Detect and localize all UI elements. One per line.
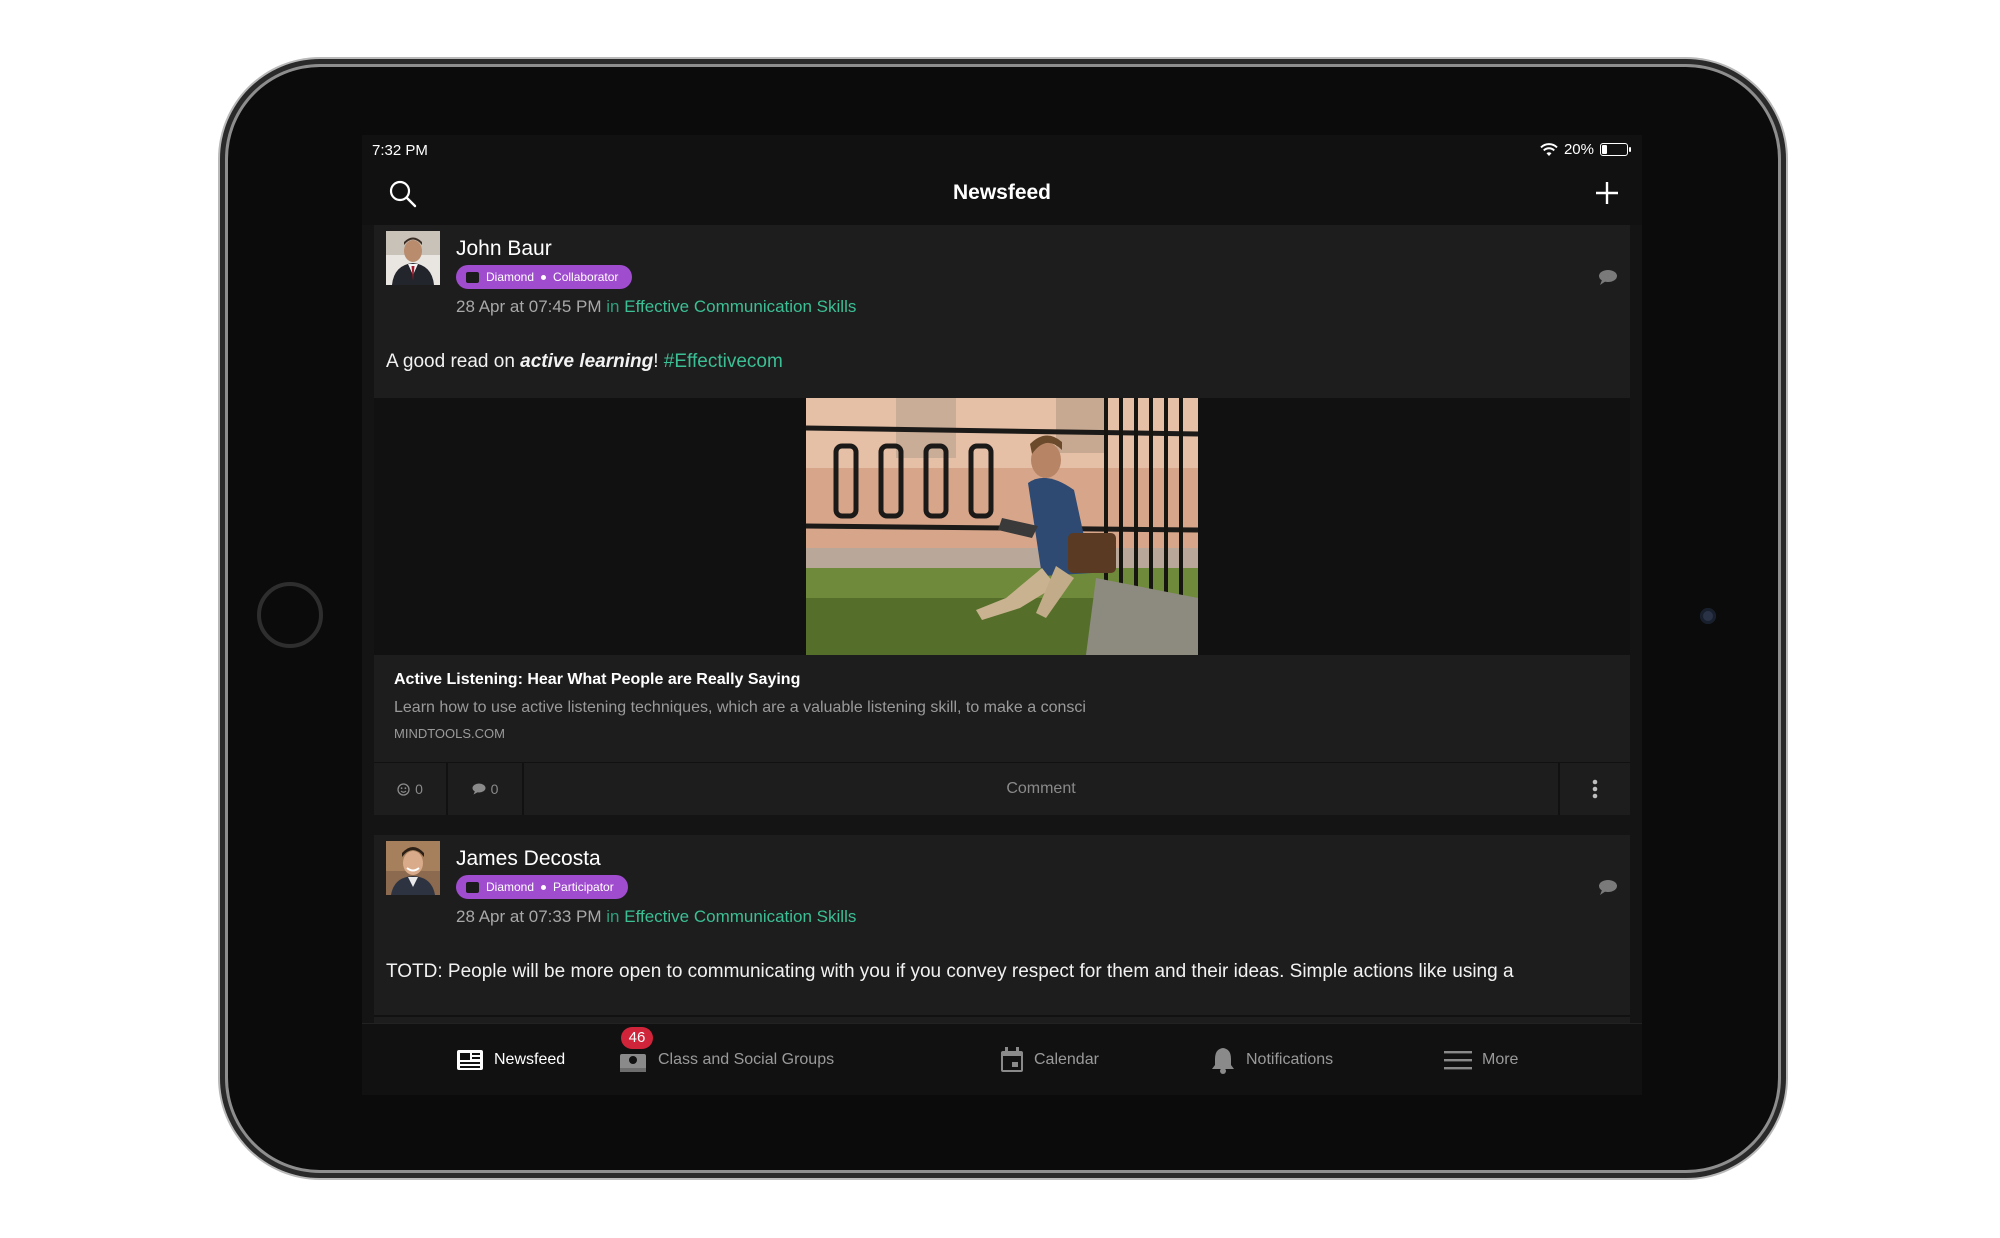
- comment-count: 0: [490, 781, 499, 797]
- link-description: Learn how to use active listening techni…: [394, 699, 1086, 716]
- tab-newsfeed[interactable]: Newsfeed: [456, 1024, 565, 1095]
- media-area: [374, 398, 1630, 655]
- feed-post: James Decosta Diamond Participator 28 Ap…: [374, 835, 1630, 1023]
- group-in-label: in: [606, 907, 620, 926]
- post-header: James Decosta Diamond Participator 28 Ap…: [374, 835, 1630, 985]
- avatar[interactable]: [386, 231, 440, 285]
- groups-icon: [620, 1054, 646, 1072]
- badge-tier: Diamond: [486, 880, 535, 894]
- app-screen: 7:32 PM 20% Newsfeed John Baur Diamond C…: [362, 135, 1642, 1095]
- navigation-bar: Newsfeed: [362, 165, 1642, 225]
- link-preview-card[interactable]: Active Listening: Hear What People are R…: [374, 655, 1630, 759]
- camera-icon: [1700, 608, 1716, 624]
- status-time: 7:32 PM: [372, 142, 428, 159]
- tab-label: Class and Social Groups: [658, 1051, 835, 1068]
- tab-more[interactable]: More: [1444, 1024, 1518, 1095]
- member-badge: Diamond Participator: [456, 875, 628, 899]
- author-name[interactable]: John Baur: [456, 237, 552, 261]
- calendar-icon: [1001, 1047, 1023, 1072]
- status-indicators: 20%: [1540, 141, 1631, 158]
- battery-fill: [1602, 145, 1608, 154]
- tab-notifications[interactable]: Notifications: [1210, 1024, 1333, 1095]
- comment-count-button[interactable]: 0: [448, 763, 522, 815]
- page-title: Newsfeed: [952, 181, 1052, 204]
- divider: [374, 1015, 1630, 1017]
- tab-label: Notifications: [1246, 1051, 1334, 1068]
- body-suffix: !: [653, 351, 659, 372]
- tab-label: More: [1482, 1051, 1519, 1068]
- group-link[interactable]: Effective Communication Skills: [624, 907, 856, 926]
- author-name[interactable]: James Decosta: [456, 847, 601, 871]
- badge-icon: [466, 881, 479, 893]
- post-timestamp: 28 Apr at 07:33 PM: [456, 907, 602, 926]
- tab-calendar[interactable]: Calendar: [1000, 1024, 1099, 1095]
- body-emphasis: active learning: [520, 351, 654, 372]
- member-badge: Diamond Collaborator: [456, 265, 633, 289]
- body-text: A good read on: [386, 351, 521, 372]
- battery-icon: [1600, 143, 1631, 156]
- more-options-button[interactable]: [1560, 763, 1630, 815]
- plus-icon[interactable]: [1592, 178, 1622, 208]
- post-meta: 28 Apr at 07:33 PM in Effective Communic…: [456, 907, 856, 927]
- post-body: TOTD: People will be more open to commun…: [386, 961, 1514, 982]
- menu-icon: [1444, 1051, 1472, 1070]
- post-header: John Baur Diamond Collaborator 28 Apr at…: [374, 225, 1630, 375]
- reaction-button[interactable]: 0: [374, 763, 446, 815]
- tab-label: Newsfeed: [494, 1051, 566, 1068]
- badge-separator: [541, 884, 547, 890]
- badge-role: Collaborator: [553, 270, 619, 284]
- bottom-tab-bar: Newsfeed Class and Social Groups 46 Cale…: [362, 1023, 1642, 1095]
- bell-icon: [1212, 1048, 1234, 1074]
- badge-separator: [541, 274, 547, 280]
- post-body: A good read on active learning! #Effecti…: [386, 351, 783, 373]
- chat-bubble-icon[interactable]: [1598, 269, 1618, 285]
- badge-icon: [466, 271, 479, 283]
- newsfeed-list[interactable]: John Baur Diamond Collaborator 28 Apr at…: [362, 225, 1642, 1023]
- wifi-icon: [1540, 142, 1558, 156]
- reaction-count: 0: [415, 781, 423, 797]
- comment-icon: [472, 783, 486, 795]
- post-meta: 28 Apr at 07:45 PM in Effective Communic…: [456, 297, 856, 317]
- comment-button[interactable]: Comment: [524, 763, 1558, 815]
- link-title: Active Listening: Hear What People are R…: [394, 671, 801, 688]
- chat-bubble-icon[interactable]: [1598, 879, 1618, 895]
- tab-class-and-social-groups[interactable]: Class and Social Groups 46: [618, 1024, 834, 1095]
- post-actions: 0 0 Comment: [374, 762, 1630, 815]
- badge-role: Participator: [553, 880, 614, 894]
- badge-tier: Diamond: [486, 270, 535, 284]
- home-button[interactable]: [257, 582, 323, 648]
- group-in-label: in: [606, 297, 620, 316]
- post-image[interactable]: [806, 398, 1198, 655]
- feed-post: John Baur Diamond Collaborator 28 Apr at…: [374, 225, 1630, 815]
- notification-count-badge: 46: [621, 1027, 653, 1049]
- post-timestamp: 28 Apr at 07:45 PM: [456, 297, 602, 316]
- vertical-dots-icon: [1592, 779, 1598, 799]
- hashtag-link[interactable]: #Effectivecom: [664, 351, 783, 372]
- avatar[interactable]: [386, 841, 440, 895]
- newspaper-icon: [457, 1050, 483, 1070]
- battery-percent: 20%: [1563, 141, 1594, 158]
- status-bar: 7:32 PM 20%: [362, 135, 1642, 165]
- group-link[interactable]: Effective Communication Skills: [624, 297, 856, 316]
- tab-label: Calendar: [1034, 1051, 1099, 1068]
- link-domain: MINDTOOLS.COM: [394, 726, 505, 741]
- smiley-icon: [397, 782, 410, 796]
